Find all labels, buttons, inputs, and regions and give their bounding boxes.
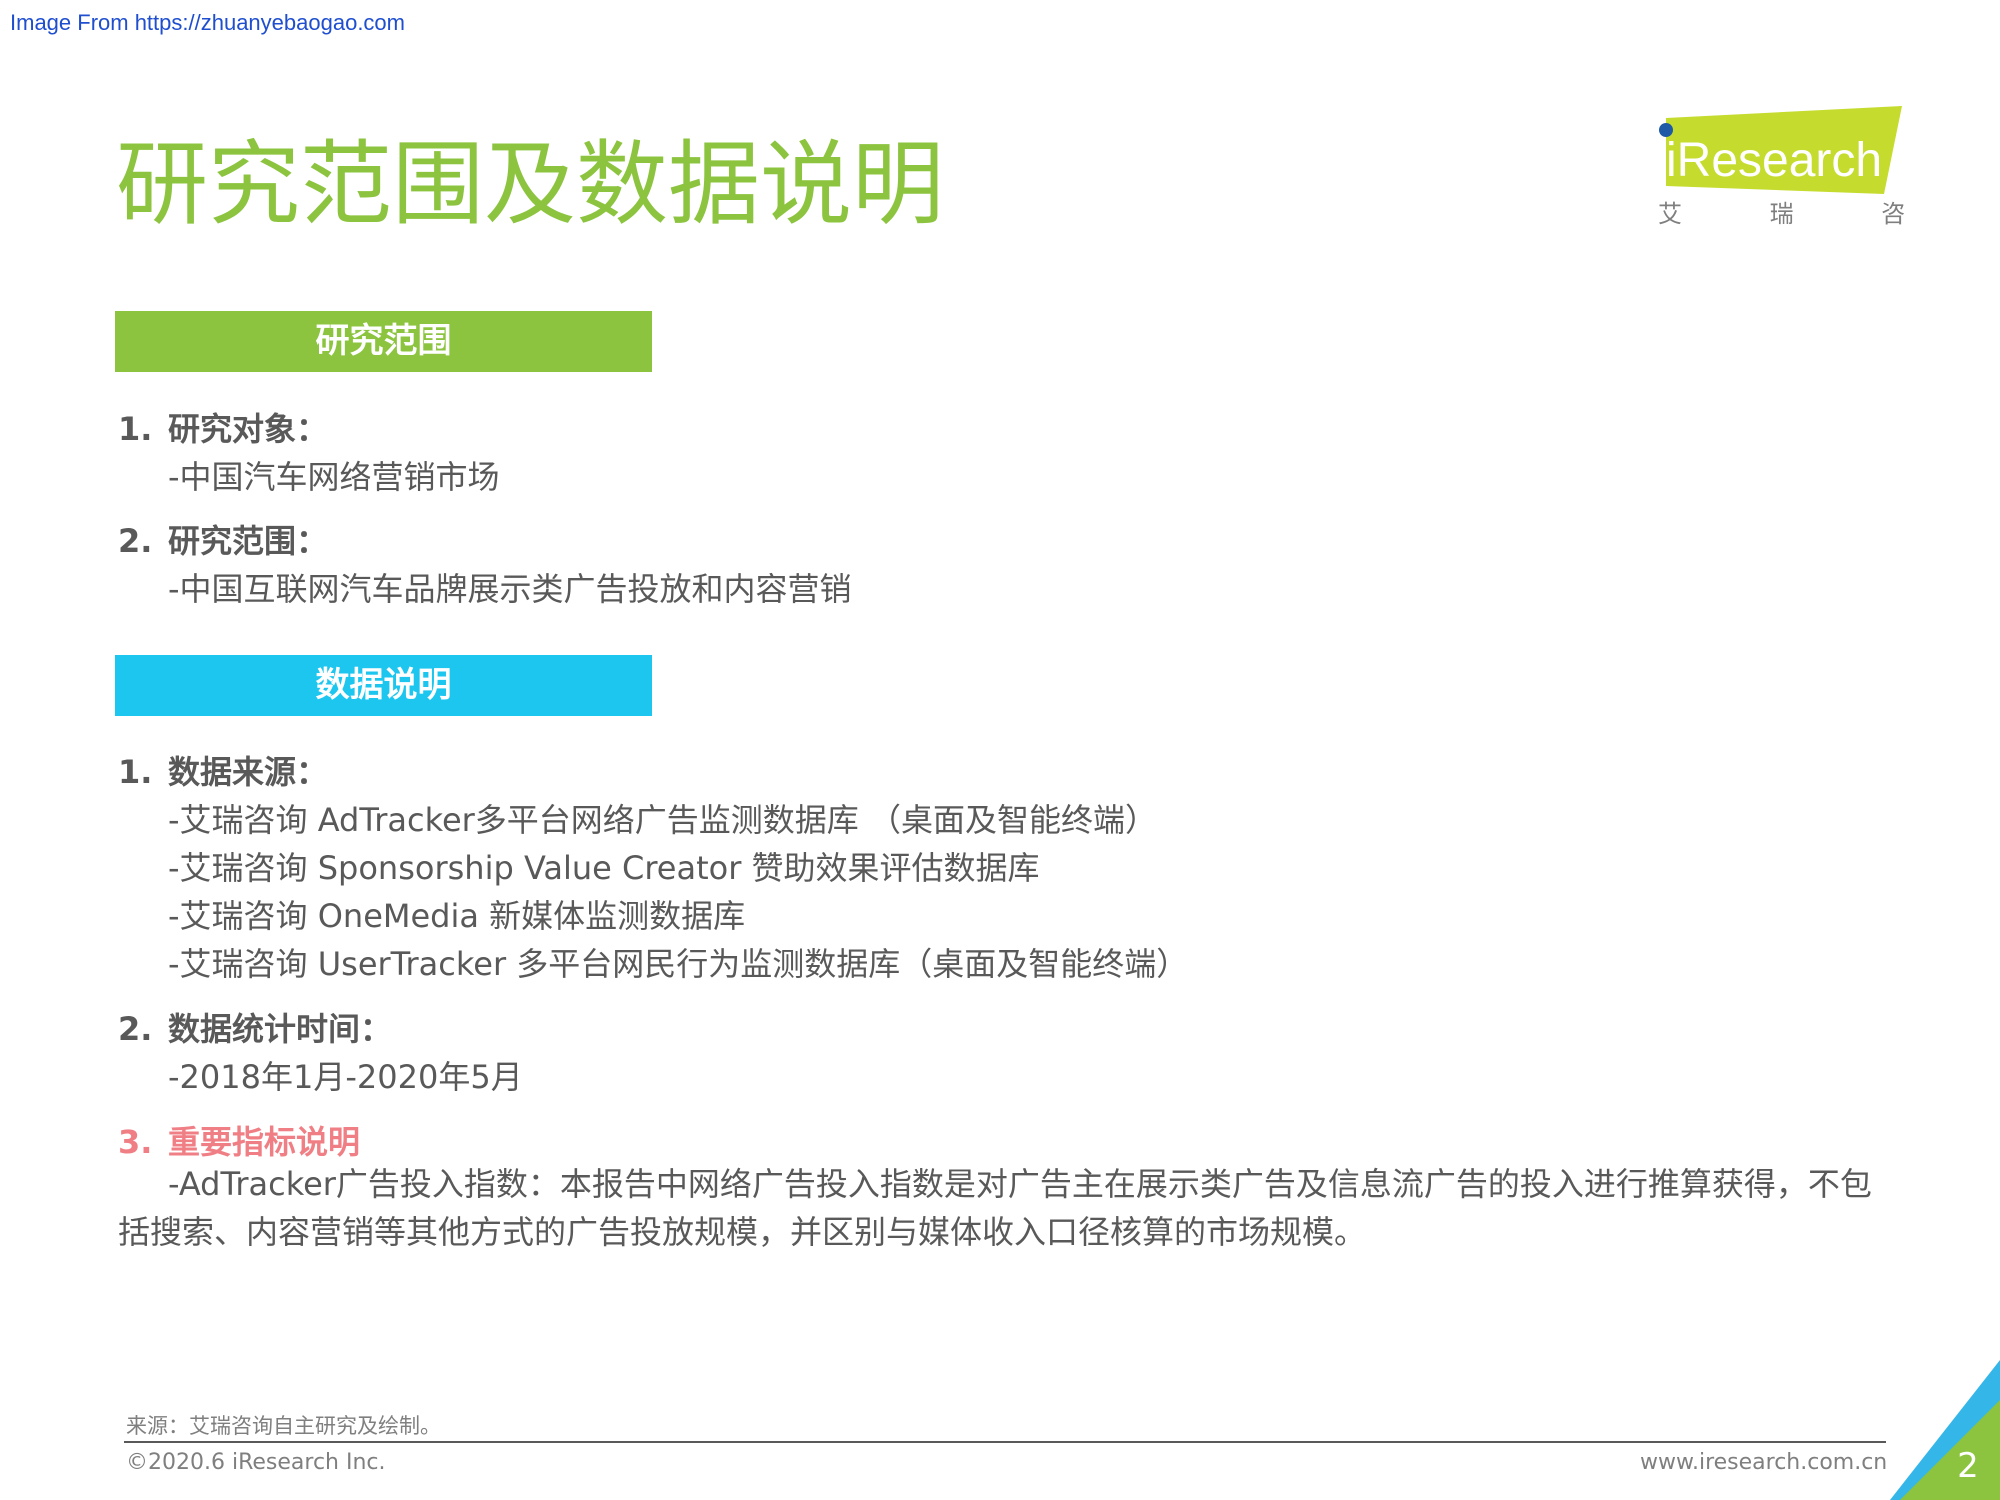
page-number: 2	[1957, 1446, 1979, 1486]
item-title-text: 数据来源：	[168, 753, 329, 791]
section-header-research-scope: 研究范围	[115, 311, 652, 372]
source-note: 来源：艾瑞咨询自主研究及绘制。	[126, 1414, 441, 1438]
section-header-data-notes: 数据说明	[115, 655, 652, 716]
logo-chinese-text: 艾 瑞 咨 询	[1658, 200, 1906, 228]
indicator-description-text: -AdTracker广告投入指数：本报告中网络广告投入指数是对广告主在展示类广告…	[118, 1165, 1872, 1251]
data-item-3-title: 3. 重要指标说明	[118, 1117, 360, 1163]
page-title: 研究范围及数据说明	[116, 131, 945, 238]
item-title-text: 研究范围：	[168, 522, 329, 560]
logo-brand-text: iResearch	[1666, 134, 1882, 187]
item-title-text: 研究对象：	[168, 410, 329, 448]
data-source-line-3: -艾瑞咨询 OneMedia 新媒体监测数据库	[168, 897, 746, 935]
scope-item-1-title: 1. 研究对象：	[118, 404, 328, 450]
source-watermark: Image From https://zhuanyebaogao.com	[10, 10, 405, 35]
item-number: 1.	[118, 410, 153, 448]
data-period-line: -2018年1月-2020年5月	[168, 1058, 523, 1096]
item-number: 3.	[118, 1123, 153, 1161]
data-item-2-title: 2. 数据统计时间：	[118, 1004, 392, 1050]
item-number: 2.	[118, 1010, 153, 1048]
data-source-line-1: -艾瑞咨询 AdTracker多平台网络广告监测数据库 （桌面及智能终端）	[168, 801, 1157, 839]
data-source-line-4: -艾瑞咨询 UserTracker 多平台网民行为监测数据库（桌面及智能终端）	[168, 945, 1189, 983]
data-source-line-2: -艾瑞咨询 Sponsorship Value Creator 赞助效果评估数据…	[168, 849, 1040, 887]
item-title-text: 数据统计时间：	[168, 1010, 393, 1048]
scope-item-1-line: -中国汽车网络营销市场	[168, 458, 500, 496]
scope-item-2-title: 2. 研究范围：	[118, 516, 328, 562]
copyright-text: ©2020.6 iResearch Inc.	[126, 1450, 386, 1475]
data-item-1-title: 1. 数据来源：	[118, 747, 328, 793]
item-number: 1.	[118, 753, 153, 791]
item-number: 2.	[118, 522, 153, 560]
website-text: www.iresearch.com.cn	[1640, 1450, 1888, 1475]
item-title-text: 重要指标说明	[168, 1123, 361, 1161]
indicator-description: -AdTracker广告投入指数：本报告中网络广告投入指数是对广告主在展示类广告…	[118, 1160, 1893, 1256]
iresearch-logo: iResearch 艾 瑞 咨 询	[1658, 106, 1906, 228]
scope-item-2-line: -中国互联网汽车品牌展示类广告投放和内容营销	[168, 570, 852, 608]
footer-divider	[124, 1441, 1886, 1443]
